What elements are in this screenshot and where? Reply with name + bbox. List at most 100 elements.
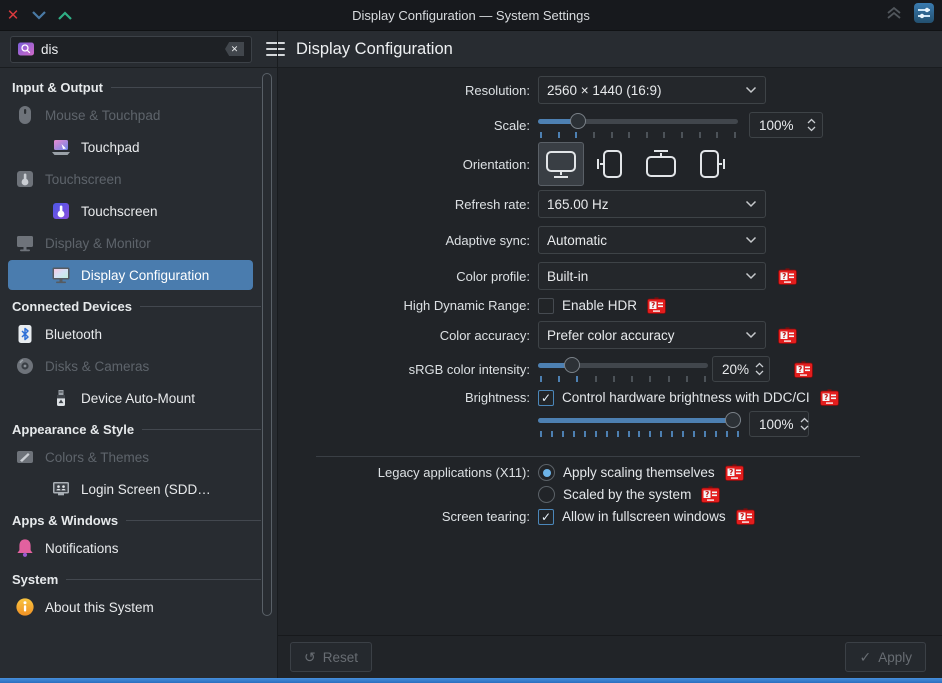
sidebar-item-colors-themes[interactable]: Colors & Themes	[8, 442, 253, 472]
orientation-landscape-button[interactable]	[538, 142, 584, 186]
spin-arrows[interactable]	[798, 417, 815, 431]
orientation-portrait-flipped-button[interactable]	[688, 142, 734, 186]
sidebar-item-touchscreen-group[interactable]: Touchscreen	[8, 164, 253, 194]
refresh-rate-dropdown[interactable]: 165.00 Hz	[538, 190, 766, 218]
slider-tick	[734, 132, 736, 138]
login-screen-icon	[50, 478, 72, 500]
svg-text:?: ?	[824, 393, 828, 402]
slider-handle[interactable]	[725, 412, 741, 428]
keep-above-button[interactable]	[886, 6, 902, 25]
ddc-brightness-checkbox[interactable]	[538, 390, 554, 406]
sidebar-scrollbar[interactable]	[262, 73, 272, 616]
slider-tick	[704, 431, 706, 437]
monitor-landscape-flipped-icon	[643, 147, 679, 181]
form-separator	[316, 456, 860, 457]
sidebar-item-device-auto-mount[interactable]: Device Auto-Mount	[8, 383, 253, 413]
adaptive-sync-dropdown[interactable]: Automatic	[538, 226, 766, 254]
monitor-portrait-flipped-icon	[693, 147, 729, 181]
sidebar-item-mouse-touchpad[interactable]: Mouse & Touchpad	[8, 100, 253, 130]
chevron-down-icon	[745, 236, 757, 244]
sidebar-item-bluetooth[interactable]: Bluetooth	[8, 319, 253, 349]
sidebar-item-notifications[interactable]: Notifications	[8, 533, 253, 563]
slider-tick	[693, 431, 695, 437]
slider-tick	[681, 132, 683, 138]
scaled-by-system-label: Scaled by the system	[563, 487, 691, 502]
backspace-icon: ✕	[231, 45, 239, 54]
touchscreen-color-icon	[50, 200, 72, 222]
orientation-landscape-flipped-button[interactable]	[638, 142, 684, 186]
touchscreen-icon	[14, 168, 36, 190]
search-input[interactable]: dis ✕	[10, 36, 252, 63]
spin-arrows[interactable]	[805, 118, 822, 132]
svg-text:?: ?	[782, 330, 786, 339]
info-icon	[14, 596, 36, 618]
brightness-spinbox[interactable]: 100%	[749, 411, 809, 437]
slider-tick	[540, 431, 542, 437]
notifications-bell-icon	[14, 537, 36, 559]
slider-tick	[540, 132, 542, 138]
sidebar-item-display-configuration[interactable]: Display Configuration	[8, 260, 253, 290]
allow-tearing-checkbox[interactable]	[538, 509, 554, 525]
legacy-apps-label: Legacy applications (X11):	[278, 465, 538, 480]
slider-tick	[558, 376, 560, 382]
reset-button[interactable]: ↺ Reset	[290, 642, 372, 672]
enable-hdr-option-label: Enable HDR	[562, 298, 637, 313]
svg-text:?: ?	[782, 271, 786, 280]
hamburger-menu-button[interactable]	[261, 36, 289, 62]
slider-handle[interactable]	[564, 357, 580, 373]
apply-button[interactable]: ✓ Apply	[845, 642, 926, 672]
slider-tick	[617, 431, 619, 437]
refresh-rate-label: Refresh rate:	[278, 197, 538, 212]
toolbar: dis ✕ Display Configuration	[0, 31, 942, 68]
scale-row: Scale: 100%	[278, 111, 942, 139]
sidebar-item-touchscreen[interactable]: Touchscreen	[8, 196, 253, 226]
help-badge-icon: ?	[794, 361, 813, 378]
legacy-apps-row-2: Scaled by the system ?	[278, 486, 942, 503]
sidebar-item-disks-cameras[interactable]: Disks & Cameras	[8, 351, 253, 381]
chevron-down-icon	[745, 272, 757, 280]
section-header-connected-devices: Connected Devices	[0, 292, 277, 317]
sidebar-item-about-this-system[interactable]: About this System	[8, 592, 253, 622]
sidebar-item-login-screen[interactable]: Login Screen (SDD…	[8, 474, 253, 504]
sidebar-item-display-monitor[interactable]: Display & Monitor	[8, 228, 253, 258]
svg-text:?: ?	[729, 468, 733, 477]
slider-tick	[737, 431, 739, 437]
slider-tick	[716, 132, 718, 138]
slider-handle[interactable]	[570, 113, 586, 129]
slider-tick	[613, 376, 615, 382]
color-profile-dropdown[interactable]: Built-in	[538, 262, 766, 290]
adaptive-sync-label: Adaptive sync:	[278, 233, 538, 248]
clear-search-button[interactable]: ✕	[225, 42, 244, 56]
scaled-by-system-radio[interactable]	[538, 486, 555, 503]
app-menu-button[interactable]	[914, 3, 934, 28]
apply-scaling-themselves-radio[interactable]	[538, 464, 555, 481]
color-accuracy-dropdown[interactable]: Prefer color accuracy	[538, 321, 766, 349]
undo-icon: ↺	[304, 650, 316, 664]
check-icon: ✓	[859, 650, 871, 664]
orientation-portrait-button[interactable]	[588, 142, 634, 186]
sidebar-item-touchpad[interactable]: Touchpad	[8, 132, 253, 162]
enable-hdr-checkbox[interactable]	[538, 298, 554, 314]
srgb-intensity-spinbox[interactable]: 20%	[712, 356, 770, 382]
spin-arrows[interactable]	[753, 362, 770, 376]
legacy-apps-row: Legacy applications (X11): Apply scaling…	[278, 464, 942, 481]
slider-tick	[584, 431, 586, 437]
svg-text:?: ?	[740, 512, 744, 521]
scale-slider[interactable]	[538, 111, 738, 139]
brightness-slider-row: 100%	[278, 410, 942, 438]
monitor-landscape-icon	[543, 147, 579, 181]
disks-cameras-icon	[14, 355, 36, 377]
help-badge-icon: ?	[778, 268, 797, 285]
slider-tick	[715, 431, 717, 437]
resolution-dropdown[interactable]: 2560 × 1440 (16:9)	[538, 76, 766, 104]
chevron-up-icon	[755, 362, 764, 368]
slider-tick	[646, 132, 648, 138]
srgb-intensity-slider[interactable]	[538, 355, 708, 383]
search-value: dis	[41, 42, 218, 57]
scale-spinbox[interactable]: 100%	[749, 112, 823, 138]
svg-text:?: ?	[705, 490, 709, 499]
brightness-slider[interactable]	[538, 410, 741, 438]
slider-tick	[682, 431, 684, 437]
colors-themes-icon	[14, 446, 36, 468]
chevron-up-icon	[807, 118, 816, 124]
